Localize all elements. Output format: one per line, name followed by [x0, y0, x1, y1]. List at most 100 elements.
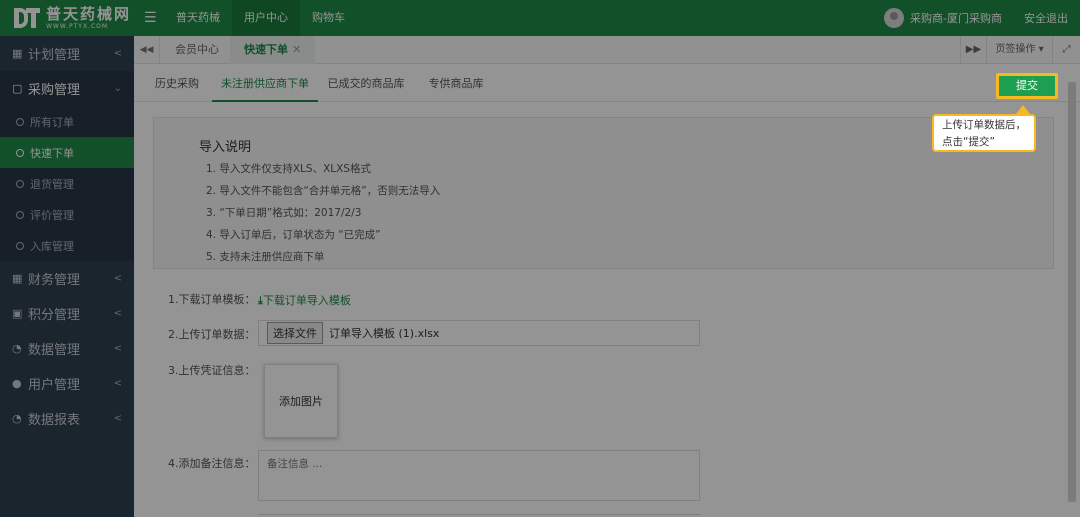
bar-chart-icon: ▦ — [12, 47, 23, 60]
user-name[interactable]: 采购商-厦门采购商 — [910, 10, 1002, 26]
sidebar-group-data[interactable]: ◔ 数据管理 < — [0, 331, 134, 366]
notice-item: 2. 导入文件不能包含“合并单元格”，否则无法导入 — [206, 185, 441, 197]
logo-mark-icon — [14, 8, 40, 28]
user-icon: ● — [12, 377, 22, 390]
callout-line: 上传订单数据后， — [942, 119, 1026, 131]
circle-icon — [16, 117, 24, 126]
scroll-left-icon[interactable]: ◀◀ — [134, 36, 160, 64]
chevron-left-icon: < — [113, 48, 122, 59]
nav-cart[interactable]: 购物车 — [300, 0, 357, 36]
note-textarea[interactable] — [258, 450, 700, 501]
sidebar-group-finance[interactable]: ▦ 财务管理 < — [0, 261, 134, 296]
top-nav: 普天药械 用户中心 购物车 — [164, 0, 357, 36]
page-ops-dropdown[interactable]: 页签操作 ▾ — [986, 36, 1052, 64]
calculator-icon: ▦ — [12, 272, 23, 285]
sidebar-item-label: 所有订单 — [30, 115, 74, 129]
tab-history-purchase[interactable]: 历史采购 — [142, 64, 212, 102]
pie-chart-icon: ◔ — [12, 412, 22, 425]
tab-quick-order[interactable]: 快速下单 ✕ — [230, 36, 316, 64]
sidebar-item-returns[interactable]: 退货管理 — [0, 168, 134, 199]
site-logo[interactable]: 普天药械网 WWW.PTYX.COM — [14, 4, 132, 30]
sidebar-item-reviews[interactable]: 评价管理 — [0, 199, 134, 230]
tab-exclusive-product-library[interactable]: 专供商品库 — [416, 64, 496, 102]
sidebar-group-plan[interactable]: ▦ 计划管理 < — [0, 36, 134, 71]
upload-proof-label: 3.上传凭证信息： — [168, 364, 256, 377]
sidebar-group-label: 数据报表 — [28, 413, 81, 428]
sidebar-group-users[interactable]: ● 用户管理 < — [0, 366, 134, 401]
download-template-link[interactable]: ⤓下载订单导入模板 — [258, 292, 351, 308]
database-icon: ▣ — [12, 307, 23, 320]
sidebar-group-label: 数据管理 — [28, 343, 81, 358]
nav-putian[interactable]: 普天药械 — [164, 0, 232, 36]
fullscreen-icon[interactable]: ⤢ — [1052, 36, 1080, 64]
tab-label: 会员中心 — [175, 43, 219, 56]
sidebar-group-label: 计划管理 — [28, 48, 81, 63]
pie-chart-icon: ◔ — [12, 342, 22, 355]
avatar[interactable] — [884, 8, 905, 28]
notice-list: 1. 导入文件仅支持XLS、XLXS格式 2. 导入文件不能包含“合并单元格”，… — [206, 158, 440, 268]
download-template-label: 1.下载订单模板： — [168, 293, 256, 306]
page-ops-label: 页签操作 — [995, 44, 1036, 55]
sidebar-item-quick-order[interactable]: 快速下单 — [0, 137, 134, 168]
menu-toggle-icon[interactable]: ☰ — [144, 10, 157, 26]
choose-file-button[interactable]: 选择文件 — [267, 322, 323, 344]
download-link-text: 下载订单导入模板 — [262, 294, 351, 307]
sidebar-item-label: 退货管理 — [30, 177, 74, 191]
sidebar-group-label: 用户管理 — [28, 378, 81, 393]
chevron-left-icon: < — [113, 378, 122, 389]
page-tab-bar: ◀◀ 会员中心 快速下单 ✕ ▶▶ 页签操作 ▾ ⤢ — [134, 36, 1080, 64]
sidebar-group-label: 积分管理 — [28, 308, 81, 323]
logo-title: 普天药械网 — [46, 4, 132, 23]
scrollbar[interactable] — [1068, 82, 1076, 502]
file-upload-field: 选择文件 订单导入模板 (1).xlsx — [258, 320, 700, 346]
tab-member-center[interactable]: 会员中心 — [161, 36, 233, 64]
callout-line: 点击“提交” — [942, 136, 995, 148]
circle-icon — [16, 148, 24, 157]
notice-item: 3. “下单日期”格式如：2017/2/3 — [206, 207, 362, 219]
caret-down-icon: ▾ — [1038, 44, 1044, 55]
submit-tip-callout: 上传订单数据后， 点击“提交” — [932, 105, 1036, 152]
notice-item: 5. 支持未注册供应商下单 — [206, 251, 325, 263]
chevron-left-icon: < — [113, 308, 122, 319]
add-image-button[interactable]: 添加图片 — [264, 364, 338, 438]
upload-data-label: 2.上传订单数据： — [168, 328, 256, 341]
main-content: 历史采购 未注册供应商下单 已成交的商品库 专供商品库 导入说明 1. 导入文件… — [134, 64, 1080, 517]
import-notice: 导入说明 1. 导入文件仅支持XLS、XLXS格式 2. 导入文件不能包含“合并… — [153, 117, 1054, 269]
notice-item: 1. 导入文件仅支持XLS、XLXS格式 — [206, 163, 371, 175]
circle-icon — [16, 241, 24, 250]
notice-item: 4. 导入订单后，订单状态为 “已完成” — [206, 229, 381, 241]
sidebar-item-all-orders[interactable]: 所有订单 — [0, 106, 134, 137]
sidebar-item-label: 评价管理 — [30, 208, 74, 222]
submit-button[interactable]: 提交 — [996, 73, 1058, 99]
chevron-down-icon: ⌄ — [113, 83, 122, 94]
sidebar-group-points[interactable]: ▣ 积分管理 < — [0, 296, 134, 331]
sidebar-item-label: 入库管理 — [30, 239, 74, 253]
notice-title: 导入说明 — [199, 140, 252, 155]
sidebar-item-inbound[interactable]: 入库管理 — [0, 230, 134, 261]
chevron-left-icon: < — [113, 273, 122, 284]
sidebar: ▦ 计划管理 < ▢ 采购管理 ⌄ 所有订单 快速下单 退货管理 评价管理 入库… — [0, 36, 134, 517]
sidebar-item-label: 快速下单 — [30, 146, 74, 160]
chevron-left-icon: < — [113, 413, 122, 424]
sidebar-group-purchase[interactable]: ▢ 采购管理 ⌄ — [0, 71, 134, 106]
top-navbar: 普天药械网 WWW.PTYX.COM ☰ 普天药械 用户中心 购物车 采购商-厦… — [0, 0, 1080, 36]
circle-icon — [16, 179, 24, 188]
bag-icon: ▢ — [12, 82, 23, 95]
content-tabs: 历史采购 未注册供应商下单 已成交的商品库 专供商品库 — [134, 64, 1080, 102]
scroll-right-icon[interactable]: ▶▶ — [960, 36, 986, 64]
tab-label: 快速下单 — [244, 43, 288, 56]
logout-link[interactable]: 安全退出 — [1024, 10, 1068, 26]
logo-subtitle: WWW.PTYX.COM — [46, 22, 109, 30]
sidebar-group-reports[interactable]: ◔ 数据报表 < — [0, 401, 134, 436]
sidebar-submenu: 所有订单 快速下单 退货管理 评价管理 入库管理 — [0, 106, 134, 261]
selected-file-name: 订单导入模板 (1).xlsx — [329, 327, 440, 340]
circle-icon — [16, 210, 24, 219]
tab-deal-product-library[interactable]: 已成交的商品库 — [320, 64, 412, 102]
user-area: 采购商-厦门采购商 安全退出 — [884, 0, 1068, 36]
tab-unregistered-supplier-order[interactable]: 未注册供应商下单 — [212, 64, 318, 102]
close-icon[interactable]: ✕ — [292, 43, 301, 56]
nav-user-center[interactable]: 用户中心 — [232, 0, 300, 36]
chevron-left-icon: < — [113, 343, 122, 354]
sidebar-group-label: 财务管理 — [28, 273, 81, 288]
sidebar-group-label: 采购管理 — [28, 83, 81, 98]
